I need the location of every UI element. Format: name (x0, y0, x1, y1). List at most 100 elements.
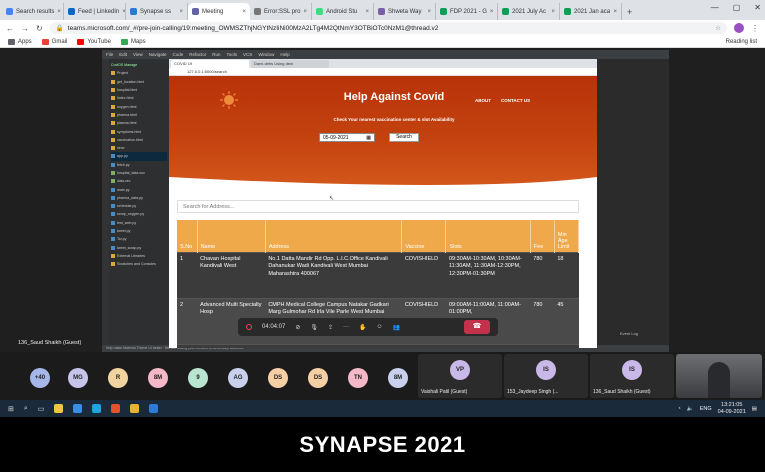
participant-avatar[interactable]: 9 (188, 368, 208, 388)
reading-list-button[interactable]: Reading list (726, 39, 757, 45)
participant-avatar[interactable]: AG (228, 368, 248, 388)
tree-item[interactable]: hospital.html (111, 86, 167, 94)
embedded-tab[interactable]: Dans debs Using dew (251, 60, 329, 68)
share-icon[interactable]: ⇪ (328, 324, 333, 331)
tree-item[interactable]: test_web.py (111, 219, 167, 227)
chrome-icon[interactable] (130, 404, 140, 413)
participant-avatar[interactable]: MG (68, 368, 88, 388)
tree-item[interactable]: pharma.html (111, 111, 167, 119)
bookmark-item[interactable]: Apps (8, 38, 32, 45)
tree-item[interactable]: tweet.py (111, 227, 167, 235)
more-icon[interactable]: ··· (343, 324, 349, 330)
tab-close-icon[interactable]: × (551, 9, 555, 15)
browser-tab[interactable]: Shweta Way × (374, 3, 436, 20)
tree-item[interactable]: tweet_scrap.py (111, 244, 167, 252)
tab-close-icon[interactable]: × (303, 9, 307, 15)
tree-item[interactable]: pharma_data.py (111, 194, 167, 202)
browser-tab[interactable]: Synapse ss × (126, 3, 188, 20)
browser-tab[interactable]: Feed | LinkedIn × (64, 3, 126, 20)
tree-item[interactable]: symptoms.html (111, 127, 167, 135)
tree-item[interactable]: Scratches and Consoles (111, 260, 167, 268)
nav-about-link[interactable]: ABOUT (475, 98, 491, 103)
forward-icon[interactable]: → (21, 24, 29, 33)
reactions-icon[interactable]: ☺ (377, 324, 383, 330)
new-tab-button[interactable]: + (622, 7, 637, 20)
volume-icon[interactable]: 🔈 (687, 406, 694, 412)
participant-avatar[interactable]: 8M (148, 368, 168, 388)
bookmark-item[interactable]: Gmail (41, 38, 67, 45)
ide-menu-item[interactable]: Refactor (189, 52, 206, 57)
participant-video-tile[interactable]: IS 136_Saud Shaikh (Guest) (590, 354, 674, 398)
participant-video-tile[interactable]: VP Vaishali Patil (Guest) (418, 354, 502, 398)
tree-item[interactable]: data.csv (111, 177, 167, 185)
ide-menu-item[interactable]: Help (280, 52, 289, 57)
tree-item[interactable]: Tcr.py (111, 235, 167, 243)
minimize-button[interactable]: — (711, 3, 719, 12)
ide-menu-item[interactable]: VCS (243, 52, 252, 57)
language-indicator[interactable]: ENG (700, 406, 712, 412)
maximize-button[interactable]: ▢ (733, 3, 741, 12)
hang-up-button[interactable]: ☎ (464, 320, 490, 334)
ide-menu-item[interactable]: Run (212, 52, 220, 57)
back-icon[interactable]: ← (6, 24, 14, 33)
browser-tab[interactable]: 2021 July Ac × (498, 3, 560, 20)
participants-icon[interactable]: 👥 (393, 324, 400, 331)
tree-item[interactable]: index.html (111, 94, 167, 102)
bookmark-item[interactable]: YouTube (77, 38, 111, 45)
tab-close-icon[interactable]: × (613, 9, 617, 15)
tab-close-icon[interactable]: × (179, 9, 183, 15)
tree-item[interactable]: plasma.html (111, 119, 167, 127)
participant-avatar[interactable]: +40 (30, 368, 50, 388)
store-icon[interactable] (73, 404, 83, 413)
menu-kebab-icon[interactable]: ⋮ (751, 24, 759, 33)
mic-icon[interactable]: 🎙 (310, 324, 318, 331)
tree-item[interactable]: Project (111, 69, 167, 77)
wifi-icon[interactable]: ◔ (678, 406, 681, 412)
task-view-icon[interactable]: ▭ (38, 405, 45, 413)
edge-icon[interactable] (92, 404, 102, 413)
opera-icon[interactable] (111, 404, 121, 413)
windows-start-icon[interactable]: ⊞ (8, 405, 14, 413)
embedded-tab[interactable]: COVID 19 (171, 60, 249, 68)
browser-tab[interactable]: Search results × (2, 3, 64, 20)
participant-avatar[interactable]: TN (348, 368, 368, 388)
tab-close-icon[interactable]: × (427, 9, 431, 15)
tree-item[interactable]: scrap_oxygen.py (111, 210, 167, 218)
tree-item[interactable]: hospital_data.csv (111, 169, 167, 177)
browser-tab[interactable]: Meeting × (188, 3, 250, 20)
tree-item[interactable]: fetch.py (111, 161, 167, 169)
teams-app-icon[interactable] (149, 404, 159, 413)
tree-item[interactable]: get_location.html (111, 78, 167, 86)
ide-menu-item[interactable]: Navigate (149, 52, 167, 57)
browser-tab[interactable]: 2021 Jan aca × (560, 3, 622, 20)
ide-menu-item[interactable]: Code (172, 52, 183, 57)
tab-close-icon[interactable]: × (365, 9, 369, 15)
browser-tab[interactable]: FDP 2021 - G × (436, 3, 498, 20)
bookmark-star-icon[interactable]: ☆ (715, 24, 721, 32)
tree-item[interactable]: schedule.py (111, 202, 167, 210)
address-bar[interactable]: 🔒 teams.microsoft.com/_#/pre-join-callin… (49, 22, 727, 34)
address-search-input[interactable]: Search for Address... (177, 200, 579, 213)
participant-avatar[interactable]: DS (268, 368, 288, 388)
browser-tab[interactable]: Android Stu × (312, 3, 374, 20)
notifications-icon[interactable]: ▤ (752, 406, 757, 412)
tab-close-icon[interactable]: × (242, 9, 246, 15)
camera-off-icon[interactable]: ⊘ (295, 324, 300, 331)
clock[interactable]: 13:21:05 04-09-2021 (718, 402, 746, 415)
tree-item[interactable]: External Libraries (111, 252, 167, 260)
nav-contact-link[interactable]: CONTACT US (501, 98, 530, 103)
participant-avatar[interactable]: R (108, 368, 128, 388)
date-input[interactable]: 05-09-2021 ▦ (319, 133, 375, 142)
tree-item[interactable]: oxygen.html (111, 102, 167, 110)
participant-video-tile[interactable]: IS 153_Jaydeep Singh (... (504, 354, 588, 398)
tree-item[interactable]: vaccination.html (111, 136, 167, 144)
bookmark-item[interactable]: Maps (120, 38, 146, 45)
participant-avatar[interactable]: DS (308, 368, 328, 388)
tree-item[interactable]: venv (111, 144, 167, 152)
search-icon[interactable]: ⌕ (24, 405, 28, 413)
ide-menu-item[interactable]: Window (258, 52, 274, 57)
reload-icon[interactable]: ↻ (36, 24, 43, 33)
tab-close-icon[interactable]: × (490, 9, 494, 15)
ide-menu-item[interactable]: Edit (119, 52, 127, 57)
file-explorer-icon[interactable] (54, 404, 64, 413)
